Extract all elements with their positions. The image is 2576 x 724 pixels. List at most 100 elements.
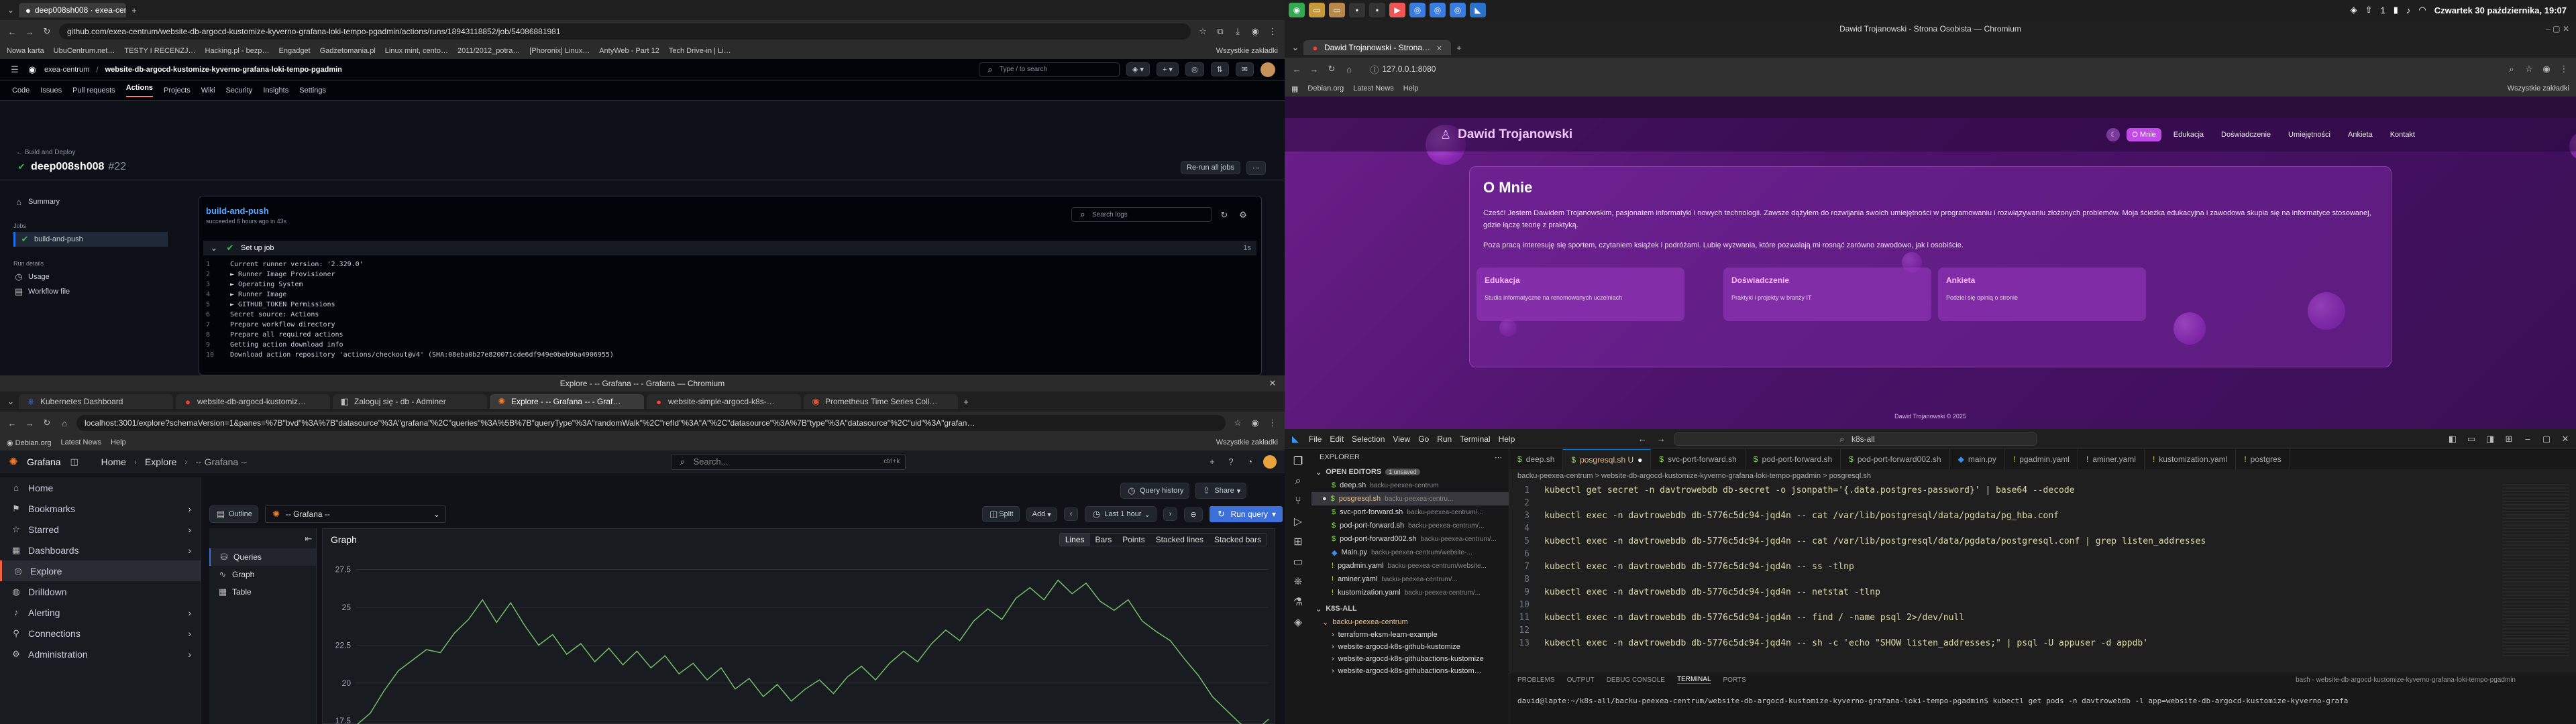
layout-icon[interactable]: ◨ [2485, 434, 2496, 444]
site-brand[interactable]: Dawid Trojanowski [1458, 127, 1572, 142]
view-points[interactable]: Points [1117, 534, 1150, 546]
bookmark-item[interactable]: UbuCentrum.net… [54, 47, 115, 55]
open-file-item[interactable]: ! kustomization.yaml backu-peexea-centrum/… [1311, 586, 1509, 599]
code-line[interactable]: kubectl exec -n davtrowebdb db-5776c5dc9… [1544, 535, 2206, 548]
help-icon[interactable]: ? [1226, 457, 1236, 467]
menu-edit[interactable]: Edit [1330, 434, 1344, 444]
all-bookmarks[interactable]: Wszystkie zakładki [2508, 84, 2569, 93]
update-icon[interactable]: ⇧ [2365, 5, 2373, 15]
menu-selection[interactable]: Selection [1352, 434, 1385, 444]
menu-run[interactable]: Run [1437, 434, 1452, 444]
site-nav-contact[interactable]: Kontakt [2385, 128, 2420, 141]
open-file-item[interactable]: $ pod-port-forward002.sh backu-peexea-cent… [1311, 532, 1509, 546]
files-icon[interactable]: ▭ [1309, 3, 1325, 17]
query-history-button[interactable]: ◷ Query history [1120, 483, 1190, 499]
bookmark-item[interactable]: TESTY I RECENZJ… [124, 47, 195, 55]
theme-toggle-icon[interactable]: ☾ [2106, 128, 2121, 141]
explorer-icon[interactable]: ❐ [1293, 456, 1303, 467]
tree-item[interactable]: › website-argocd-k8s-github-kustomize [1311, 641, 1509, 653]
inbox-icon[interactable]: ✉ [1235, 62, 1254, 76]
view-stacked-lines[interactable]: Stacked lines [1150, 534, 1209, 546]
remote-icon[interactable]: ▭ [1293, 556, 1303, 568]
back-icon[interactable]: ← [7, 418, 17, 428]
pulls-icon[interactable]: ⇅ [1210, 62, 1229, 76]
search-logs-input[interactable]: ⌕ Search logs [1071, 207, 1212, 222]
zoom-out-icon[interactable]: ⊖ [1184, 507, 1203, 522]
command-center-search[interactable]: ⌕ k8s-all [1674, 432, 2037, 446]
back-icon[interactable]: ← [1637, 434, 1648, 444]
collapse-icon[interactable]: ⇤ [303, 534, 314, 544]
reload-icon[interactable]: ↻ [1326, 64, 1337, 74]
editor-tab[interactable]: $ svc-port-forward.sh [1651, 449, 1746, 469]
apps-icon[interactable]: ▦ [1291, 84, 1298, 93]
more-button[interactable]: ⋯ [1246, 161, 1266, 175]
new-tab-icon[interactable]: + [129, 5, 140, 15]
editor-tab[interactable]: $ pod-port-forward.sh [1746, 449, 1841, 469]
usage-link[interactable]: ◷ Usage [13, 269, 168, 284]
zoom-icon[interactable]: ⌕ [2506, 64, 2517, 74]
tab-item[interactable]: ◉ Prometheus Time Series Coll… [804, 394, 958, 409]
forward-icon[interactable]: → [1309, 64, 1320, 74]
issues-icon[interactable]: ◎ [1185, 62, 1204, 76]
reload-icon[interactable]: ↻ [42, 26, 52, 37]
tree-item[interactable]: › terraform-eksm-learn-example [1311, 629, 1509, 641]
workspace-header[interactable]: ⌄ K8S-ALL [1311, 602, 1509, 615]
github-logo-icon[interactable]: ◉ [27, 64, 38, 75]
outline-graph[interactable]: ∿ Graph [209, 566, 316, 583]
create-button[interactable]: + ▾ [1156, 62, 1179, 76]
copilot-button[interactable]: ◈ ▾ [1126, 62, 1150, 76]
reload-icon[interactable]: ↻ [42, 418, 52, 428]
new-tab-icon[interactable]: + [1454, 42, 1464, 53]
grafana-logo-icon[interactable]: ✺ [8, 457, 19, 468]
site-nav-survey[interactable]: Ankieta [2343, 128, 2378, 141]
tree-item[interactable]: › website-argocd-k8s-githubactions-kusto… [1311, 665, 1509, 677]
tab-item[interactable]: ● website-simple-argocd-k8s-… [647, 394, 801, 409]
editor-tab[interactable]: ! kustomization.yaml [2145, 449, 2237, 469]
site-nav-about[interactable]: O Mnie [2127, 128, 2161, 141]
tab-search-icon[interactable]: ⌄ [5, 5, 16, 15]
github-search-input[interactable]: ⌕ Type / to search [978, 62, 1120, 77]
breadcrumb[interactable]: ← Build and Deploy [16, 149, 75, 156]
bookmark-item[interactable]: AntyWeb - Part 12 [599, 47, 659, 55]
panel-tab-debug[interactable]: DEBUG CONSOLE [1607, 676, 1665, 684]
clock[interactable]: Czwartek 30 października, 19:07 [2434, 5, 2567, 15]
site-tab[interactable]: ● Dawid Trojanowski - Strona… × [1303, 40, 1451, 55]
close-window-icon[interactable]: ✕ [2560, 434, 2571, 444]
log-line[interactable]: ► Operating System [230, 280, 303, 290]
forward-icon[interactable]: → [1656, 434, 1666, 444]
site-nav-skills[interactable]: Umiejętności [2283, 128, 2336, 141]
github-url-field[interactable]: github.com/exea-centrum/website-db-argoc… [59, 23, 1191, 40]
home-icon[interactable]: ⌂ [1344, 64, 1354, 74]
gear-icon[interactable]: ⚙ [1238, 210, 1248, 221]
nav-home[interactable]: ⌂ Home [0, 477, 201, 498]
testing-icon[interactable]: ⚗ [1293, 597, 1303, 608]
close-tab-icon[interactable]: × [1434, 42, 1444, 53]
panel-tab-output[interactable]: OUTPUT [1567, 676, 1595, 684]
open-file-item[interactable]: ! pgadmin.yaml backu-peexea-centrum/websit… [1311, 559, 1509, 572]
battery-icon[interactable]: ▮ [2394, 5, 2398, 15]
extensions-icon[interactable]: ⧉ [1215, 26, 1226, 37]
code-line[interactable]: kubectl exec -n davtrowebdb db-5776c5dc9… [1544, 509, 2059, 522]
editor-breadcrumb[interactable]: backu-peexea-centrum > website-db-argocd… [1509, 469, 2576, 483]
hamburger-icon[interactable]: ☰ [9, 64, 20, 75]
code-editor-icon[interactable]: ▪ [1369, 3, 1385, 17]
outline-queries[interactable]: ⛁ Queries [209, 548, 316, 566]
chromium-icon[interactable]: ◎ [1430, 3, 1446, 17]
folder-icon[interactable]: ▭ [1329, 3, 1345, 17]
menu-go[interactable]: Go [1418, 434, 1429, 444]
menu-icon[interactable]: ⋮ [1267, 26, 1278, 37]
all-bookmarks[interactable]: Wszystkie zakładki [1216, 47, 1278, 55]
layout-icon[interactable]: ◧ [2447, 434, 2458, 444]
search-icon[interactable]: ⌕ [1293, 475, 1303, 487]
home-icon[interactable]: ⌂ [59, 418, 70, 428]
star-icon[interactable]: ☆ [2524, 64, 2534, 74]
log-line[interactable]: ► GITHUB_TOKEN Permissions [230, 300, 335, 310]
bookmark-item[interactable]: [Phoronix] Linux… [529, 47, 590, 55]
back-icon[interactable]: ← [1291, 64, 1302, 74]
summary-link[interactable]: ⌂ Summary [13, 194, 168, 209]
breadcrumb-home[interactable]: Home [101, 457, 126, 467]
open-file-item[interactable]: ● $ posgresql.sh backu-peexea-centru... [1311, 492, 1509, 505]
tab-item[interactable]: ◧ Zaloguj się - db - Adminer [333, 394, 487, 409]
outline-table[interactable]: ▦ Table [209, 583, 316, 601]
minimap[interactable] [2502, 484, 2569, 658]
